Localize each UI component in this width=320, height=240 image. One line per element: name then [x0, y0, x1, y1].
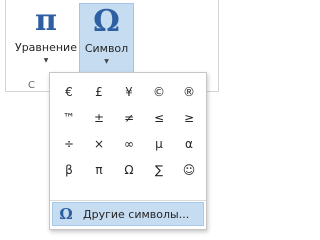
symbol-cell[interactable]: Ω [114, 157, 144, 183]
symbol-dropdown: € £ ¥ © ® ™ ± ≠ ≤ ≥ ÷ × ∞ µ α β π Ω ∑ ☺ … [49, 72, 207, 230]
symbol-cell[interactable]: µ [144, 131, 174, 157]
equation-button[interactable]: π Уравнение ▼ [14, 3, 78, 78]
omega-icon: Ω [93, 4, 120, 39]
more-symbols-label: Другие символы... [83, 207, 190, 221]
more-symbols-item[interactable]: Ω Другие символы... [52, 202, 204, 226]
symbol-cell[interactable]: π [84, 157, 114, 183]
omega-icon: Ω [59, 205, 73, 223]
symbol-cell[interactable]: © [144, 79, 174, 105]
symbol-grid: € £ ¥ © ® ™ ± ≠ ≤ ≥ ÷ × ∞ µ α β π Ω ∑ ☺ [54, 79, 204, 183]
group-label: С [28, 80, 35, 91]
symbol-label: Символ [84, 42, 129, 55]
symbol-cell[interactable]: ≠ [114, 105, 144, 131]
symbol-cell[interactable]: £ [84, 79, 114, 105]
pi-icon: π [35, 3, 57, 38]
symbol-cell[interactable]: ☺ [174, 157, 204, 183]
symbol-cell[interactable]: × [84, 131, 114, 157]
symbol-cell[interactable]: ¥ [114, 79, 144, 105]
symbol-cell[interactable]: ≥ [174, 105, 204, 131]
chevron-down-icon: ▼ [43, 57, 49, 64]
equation-label: Уравнение [15, 41, 77, 54]
symbol-cell[interactable]: ™ [54, 105, 84, 131]
symbol-cell[interactable]: ÷ [54, 131, 84, 157]
symbol-cell[interactable]: ≤ [144, 105, 174, 131]
symbol-cell[interactable]: β [54, 157, 84, 183]
symbol-cell[interactable]: ∑ [144, 157, 174, 183]
chevron-down-icon: ▼ [104, 58, 109, 65]
dropdown-divider [50, 200, 206, 201]
symbol-cell[interactable]: ± [84, 105, 114, 131]
symbol-cell[interactable]: € [54, 79, 84, 105]
symbol-button[interactable]: Ω Символ ▼ [79, 3, 134, 78]
symbol-cell[interactable]: α [174, 131, 204, 157]
symbol-cell[interactable]: ® [174, 79, 204, 105]
symbol-cell[interactable]: ∞ [114, 131, 144, 157]
